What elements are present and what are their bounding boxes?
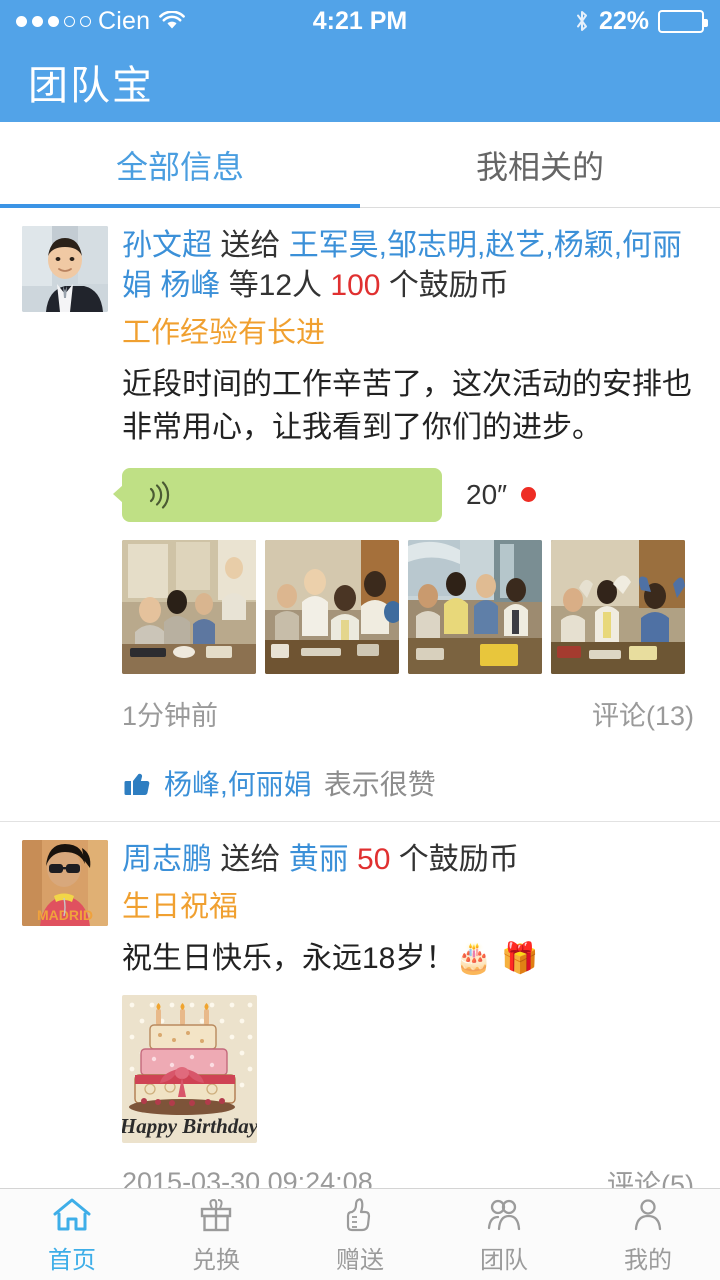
photo-thumbnail[interactable] [551, 539, 685, 674]
nav-label-exchange: 兑换 [192, 1247, 240, 1274]
recipient-names[interactable]: 黄丽 [289, 843, 349, 876]
post-content: 近段时间的工作辛苦了，这次活动的安排也非常用心，让我看到了你们的进步。 [122, 368, 692, 445]
post-meta: 2015-03-30 09:24:08 评论(5) [122, 1163, 698, 1188]
tab-related-to-me[interactable]: 我相关的 [360, 122, 720, 207]
status-bar-left: Cien [16, 6, 186, 36]
likes-row[interactable]: 杨峰,何丽娟 表示很赞 [122, 749, 698, 821]
home-icon [51, 1194, 93, 1236]
wifi-icon [159, 11, 186, 31]
coin-amount: 100 [330, 268, 381, 302]
feed-post[interactable]: 孙文超 送给 王军昊,邹志明,赵艺,杨颖,何丽娟 杨峰 等12人 100 个鼓励… [0, 208, 720, 821]
voice-message-bubble[interactable] [113, 467, 442, 522]
signal-strength-icon [16, 15, 91, 27]
post-content-text: 祝生日快乐，永远18岁！ [122, 942, 456, 976]
battery-percent-label: 22% [598, 6, 649, 35]
photo-thumbnail[interactable] [265, 539, 399, 674]
sender-name[interactable]: 孙文超 [122, 229, 212, 262]
thumb-icon [339, 1194, 381, 1236]
photo-thumbnail[interactable] [122, 539, 256, 674]
page-title: 团队宝 [28, 64, 154, 108]
battery-icon [658, 9, 708, 33]
post-headline: 周志鹏 送给 黄丽 50 个鼓励币 [122, 840, 698, 880]
app-root: Cien 4:21 PM 22% 团队宝 全部信息 我相关的 孙文超 送给 王军… [0, 0, 720, 1280]
status-bar: Cien 4:21 PM 22% [0, 0, 720, 42]
svg-text:Happy Birthday: Happy Birthday [122, 1114, 257, 1138]
others-count-label: 等12人 [228, 268, 323, 302]
photo-grid[interactable] [122, 539, 698, 674]
sender-name[interactable]: 周志鹏 [122, 843, 212, 876]
tab-all-messages[interactable]: 全部信息 [0, 122, 360, 208]
gift-icon [195, 1194, 237, 1236]
nav-item-home[interactable]: 首页 [0, 1189, 144, 1280]
like-names[interactable]: 杨峰,何丽娟 [164, 763, 312, 803]
nav-item-mine[interactable]: 我的 [576, 1189, 720, 1280]
app-header: 团队宝 [0, 42, 720, 122]
segmented-tabs: 全部信息 我相关的 [0, 122, 720, 208]
feed-list[interactable]: 孙文超 送给 王军昊,邹志明,赵艺,杨颖,何丽娟 杨峰 等12人 100 个鼓励… [0, 208, 720, 1188]
sound-wave-icon [144, 480, 170, 510]
status-bar-right: 22% [574, 6, 708, 36]
people-icon [483, 1194, 525, 1236]
bottom-navigation: 首页 兑换 赠送 团队 我的 [0, 1188, 720, 1280]
avatar[interactable]: MADRID [22, 839, 108, 926]
comments-link[interactable]: 评论(13) [592, 694, 694, 733]
post-content: 祝生日快乐，永远18岁！🎂 🎁 [122, 938, 698, 981]
birthday-card-image[interactable]: Happy Birthday [122, 994, 257, 1143]
thumbs-up-icon [122, 768, 152, 798]
post-meta: 1分钟前 评论(13) [122, 694, 698, 733]
nav-item-exchange[interactable]: 兑换 [144, 1189, 288, 1280]
coin-unit-label: 个鼓励币 [398, 842, 519, 876]
bluetooth-icon [574, 9, 590, 33]
content-emoji: 🎂 🎁 [455, 942, 539, 976]
post-timestamp: 2015-03-30 09:24:08 [122, 1166, 373, 1188]
voice-message-row[interactable]: 20″ [113, 467, 698, 522]
nav-label-home: 首页 [48, 1247, 96, 1274]
avatar[interactable] [22, 226, 108, 312]
post-subtitle: 生日祝福 [122, 890, 239, 923]
post-timestamp: 1分钟前 [122, 700, 219, 731]
feed-post[interactable]: MADRID 周志鹏 送给 黄丽 50 个鼓励币 生日祝福 祝生日快乐，永远18… [0, 820, 720, 1188]
coin-unit-label: 个鼓励币 [388, 268, 509, 302]
person-icon [627, 1194, 669, 1236]
nav-label-mine: 我的 [624, 1247, 672, 1274]
comments-link[interactable]: 评论(5) [607, 1163, 694, 1188]
nav-label-team: 团队 [480, 1247, 528, 1274]
photo-thumbnail[interactable] [408, 539, 542, 674]
post-headline: 孙文超 送给 王军昊,邹志明,赵艺,杨颖,何丽娟 杨峰 等12人 100 个鼓励… [122, 226, 698, 306]
like-suffix: 表示很赞 [323, 768, 436, 800]
verb-label: 送给 [220, 229, 281, 262]
carrier-label: Cien [98, 6, 151, 35]
post-subtitle: 工作经验有长进 [122, 316, 326, 349]
unread-indicator-dot [521, 487, 537, 503]
coin-amount: 50 [357, 842, 391, 876]
voice-duration-label: 20″ [466, 478, 508, 510]
nav-label-give: 赠送 [336, 1247, 384, 1274]
nav-item-team[interactable]: 团队 [432, 1189, 576, 1280]
nav-item-give[interactable]: 赠送 [288, 1189, 432, 1280]
verb-label: 送给 [220, 842, 281, 876]
